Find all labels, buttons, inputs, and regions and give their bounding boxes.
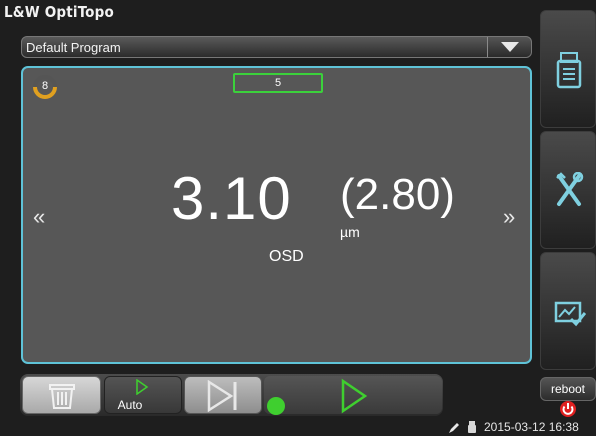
unit-label: µm [340,224,360,240]
program-select-value: Default Program [26,40,121,55]
app-title: L&W OptiTopo [4,3,114,21]
report-button[interactable] [540,10,596,128]
pencil-icon [449,423,459,433]
next-button[interactable]: » [503,204,515,230]
calibrate-button[interactable] [540,252,596,370]
measurement-label: OSD [269,248,304,265]
trash-icon [49,384,75,409]
chevron-down-icon [501,42,519,52]
reboot-button[interactable]: reboot [540,377,596,401]
power-icon [560,401,576,417]
counter-value: 8 [41,80,49,92]
start-button[interactable] [264,376,442,415]
tools-button[interactable] [540,131,596,249]
usb-icon [468,421,476,433]
previous-button[interactable]: « [33,204,45,230]
trash-button[interactable] [22,376,101,414]
power-button[interactable] [540,399,596,417]
program-dropdown-button[interactable] [487,37,531,57]
datetime: 2015-03-12 16:38 [484,420,579,434]
skip-next-button[interactable] [184,376,262,414]
auto-label: Auto [117,398,143,412]
status-bar: 2015-03-12 16:38 [0,418,596,436]
secondary-value: (2.80) [340,170,455,219]
auto-button[interactable]: Auto [104,376,182,414]
measurement-counter: 8 [32,74,58,100]
measurement-panel: 8 5 « 3.10 (2.80) µm OSD » [21,66,532,364]
play-icon [341,378,368,414]
printer-report-icon [556,52,582,89]
program-select[interactable]: Default Program [21,36,532,58]
sample-count-box[interactable]: 5 [233,73,323,93]
calibration-check-icon [554,301,586,327]
status-indicator-icon [267,397,285,415]
auto-play-icon [136,379,149,395]
wrench-screwdriver-icon [556,172,584,206]
skip-next-icon [207,380,237,412]
main-value: 3.10 [171,165,292,232]
